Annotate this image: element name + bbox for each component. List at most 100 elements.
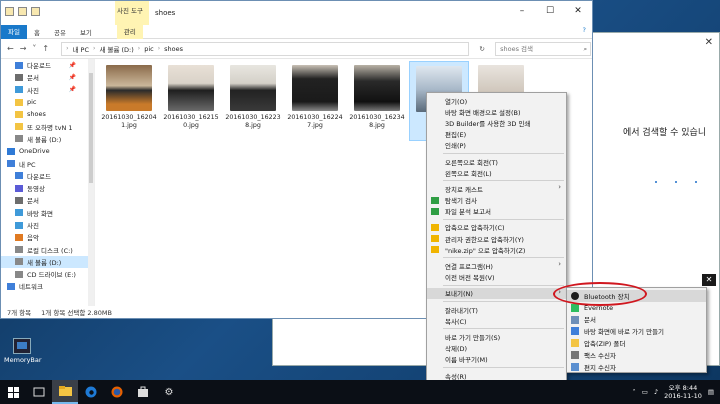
sidebar-item[interactable]: 네트워크 bbox=[1, 280, 94, 292]
menu-item[interactable]: 잘라내기(T) bbox=[427, 304, 566, 315]
tab-view[interactable]: 보기 bbox=[73, 27, 99, 37]
properties-icon[interactable] bbox=[18, 7, 27, 16]
close-icon[interactable]: ✕ bbox=[702, 274, 716, 286]
menu-item[interactable]: 3D Builder를 사용한 3D 인쇄 bbox=[427, 117, 566, 128]
notifications-icon[interactable]: ▤ bbox=[708, 388, 714, 396]
taskbar-settings[interactable]: ⚙ bbox=[156, 380, 182, 404]
menu-item[interactable]: 압축(ZIP) 폴더 bbox=[567, 337, 706, 349]
file-item[interactable]: 20161030_162041.jpg bbox=[99, 61, 159, 141]
taskbar-edge[interactable] bbox=[78, 380, 104, 404]
menu-item[interactable]: 복사(C) bbox=[427, 315, 566, 326]
menu-item[interactable]: 바탕 화면 배경으로 설정(B) bbox=[427, 106, 566, 117]
folder-icon[interactable] bbox=[5, 7, 14, 16]
menu-item[interactable]: 이전 버전 복원(V) bbox=[427, 272, 566, 283]
minimize-icon[interactable]: – bbox=[508, 1, 536, 21]
taskbar-firefox[interactable] bbox=[104, 380, 130, 404]
tab-manage[interactable]: 관리 bbox=[116, 24, 143, 39]
chevron-right-icon: › bbox=[558, 260, 561, 269]
file-item[interactable]: 20161030_162150.jpg bbox=[161, 61, 221, 141]
sidebar-item[interactable]: 내 PC bbox=[1, 157, 94, 169]
tab-home[interactable]: 홈 bbox=[27, 27, 47, 37]
breadcrumb-segment[interactable]: shoes bbox=[164, 45, 183, 53]
chevron-down-icon[interactable]: ˅ bbox=[32, 44, 36, 53]
taskbar-store[interactable] bbox=[130, 380, 156, 404]
menu-item[interactable]: 바로 가기 만들기(S) bbox=[427, 331, 566, 342]
chevron-right-icon: › bbox=[157, 45, 161, 52]
back-arrow-icon[interactable]: ← bbox=[7, 44, 14, 53]
desktop-shortcut[interactable]: MemoryBar bbox=[4, 338, 42, 364]
forward-arrow-icon[interactable]: → bbox=[20, 44, 27, 53]
search-input[interactable]: shoes 검색 ⌕ bbox=[495, 41, 592, 56]
menu-item[interactable]: 파일 분석 보고서 bbox=[427, 206, 566, 217]
sidebar-item-label: 바탕 화면 bbox=[27, 209, 53, 218]
breadcrumb-segment[interactable]: 새 볼륨 (D:) bbox=[99, 44, 133, 54]
help-icon[interactable]: ? bbox=[583, 26, 586, 34]
menu-item-label: 편집(E) bbox=[445, 131, 467, 140]
taskbar-file-explorer[interactable] bbox=[52, 380, 78, 404]
close-icon[interactable]: ✕ bbox=[564, 1, 592, 21]
menu-item[interactable]: 열기(O) bbox=[427, 95, 566, 106]
clock[interactable]: 오후 8:44 2016-11-10 bbox=[664, 384, 702, 400]
sidebar-item[interactable]: pic bbox=[1, 96, 94, 108]
sidebar-item[interactable]: OneDrive bbox=[1, 145, 94, 157]
menu-item[interactable]: 바탕 화면에 바로 가기 만들기 bbox=[567, 325, 706, 337]
menu-item[interactable]: 보내기(N) › bbox=[427, 287, 566, 299]
folder-icon bbox=[15, 270, 23, 278]
folder-icon bbox=[7, 160, 15, 168]
sidebar-item[interactable]: 또 오하명 tvN 1 bbox=[1, 120, 94, 132]
close-icon[interactable]: ✕ bbox=[705, 37, 713, 48]
sidebar-item[interactable]: 음악 bbox=[1, 231, 94, 243]
file-item[interactable]: 20161030_162238.jpg bbox=[223, 61, 283, 141]
refresh-icon[interactable]: ↻ bbox=[475, 45, 489, 53]
menu-item[interactable]: 오른쪽으로 회전(T) bbox=[427, 156, 566, 167]
menu-item[interactable]: 문서 bbox=[567, 314, 706, 326]
sidebar-item[interactable]: shoes bbox=[1, 108, 94, 120]
tab-share[interactable]: 공유 bbox=[47, 27, 73, 37]
file-item[interactable]: 20161030_162247.jpg bbox=[285, 61, 345, 141]
up-arrow-icon[interactable]: ↑ bbox=[42, 44, 49, 53]
menu-item[interactable]: "nike.zip" 으로 압축하기(Z) bbox=[427, 244, 566, 255]
sidebar-item[interactable]: 로컬 디스크 (C:) bbox=[1, 243, 94, 255]
sidebar-item[interactable]: 동영상 bbox=[1, 182, 94, 194]
menu-item[interactable]: 장치로 캐스트 › bbox=[427, 183, 566, 194]
sidebar-item[interactable]: 다운로드 📌 bbox=[1, 59, 94, 71]
network-icon[interactable]: ▭ bbox=[642, 388, 648, 396]
sidebar-item[interactable]: 바탕 화면 bbox=[1, 207, 94, 219]
task-view-button[interactable] bbox=[26, 380, 52, 404]
sidebar-item[interactable]: 새 볼륨 (D:) bbox=[1, 255, 94, 269]
menu-item[interactable]: 삭제(D) bbox=[427, 343, 566, 354]
sidebar-item[interactable]: 다운로드 bbox=[1, 170, 94, 182]
menu-item-label: 압축으로 압축하기(C) bbox=[445, 224, 505, 233]
maximize-icon[interactable]: ☐ bbox=[536, 1, 564, 21]
scrollbar[interactable] bbox=[88, 59, 94, 307]
chevron-up-icon[interactable]: ˄ bbox=[633, 388, 636, 396]
breadcrumb-segment[interactable]: pic bbox=[144, 45, 154, 53]
menu-item[interactable]: 연결 프로그램(H) › bbox=[427, 260, 566, 271]
folder-icon bbox=[15, 246, 23, 254]
file-item[interactable]: 20161030_162348.jpg bbox=[347, 61, 407, 141]
menu-item[interactable]: 이름 바꾸기(M) bbox=[427, 354, 566, 365]
new-folder-icon[interactable] bbox=[31, 7, 40, 16]
start-button[interactable] bbox=[0, 380, 26, 404]
menu-item[interactable]: 팩스 수신자 bbox=[567, 349, 706, 361]
menu-item[interactable]: 관리자 권한으로 압축하기(Y) bbox=[427, 233, 566, 244]
address-bar[interactable]: › 내 PC › 새 볼륨 (D:) › pic › shoes bbox=[61, 41, 470, 56]
menu-item[interactable]: 압축으로 압축하기(C) bbox=[427, 222, 566, 233]
breadcrumb-segment[interactable]: 내 PC bbox=[73, 44, 90, 54]
menu-item[interactable]: 편지 수신자 bbox=[567, 361, 706, 373]
sidebar-item[interactable]: CD 드라이브 (E:) bbox=[1, 268, 94, 280]
sidebar-item[interactable]: 사진 📌 bbox=[1, 84, 94, 96]
sidebar-item[interactable]: 문서 bbox=[1, 194, 94, 206]
sidebar-item[interactable]: 사진 bbox=[1, 219, 94, 231]
tab-file[interactable]: 파일 bbox=[1, 24, 27, 39]
sidebar-item[interactable]: 문서 📌 bbox=[1, 71, 94, 83]
menu-item-label: 잘라내기(T) bbox=[445, 306, 478, 315]
menu-item[interactable]: 왼쪽으로 회전(L) bbox=[427, 167, 566, 178]
menu-item[interactable]: 탐색기 검사 bbox=[427, 195, 566, 206]
menu-item[interactable]: 인쇄(P) bbox=[427, 140, 566, 151]
chevron-right-icon: › bbox=[137, 45, 141, 52]
volume-icon[interactable]: ♪ bbox=[654, 388, 658, 396]
menu-item-label: 인쇄(P) bbox=[445, 142, 466, 151]
menu-item[interactable]: 편집(E) bbox=[427, 129, 566, 140]
sidebar-item[interactable]: 새 볼륨 (D:) bbox=[1, 133, 94, 145]
